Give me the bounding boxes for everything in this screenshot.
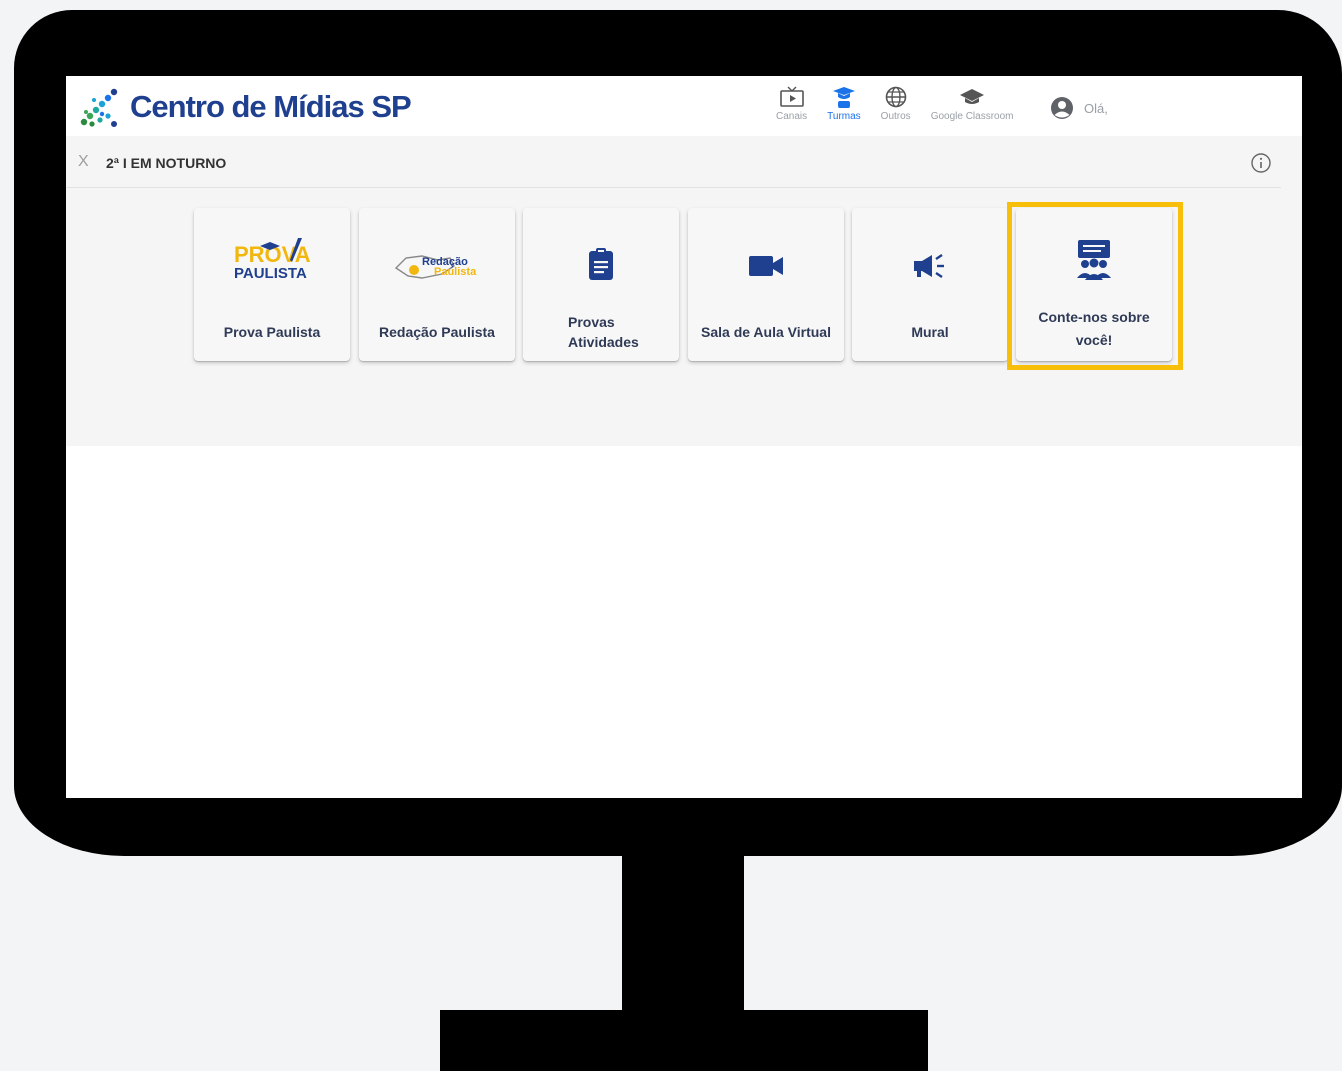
nav-label-turmas: Turmas (827, 111, 861, 122)
class-header: X 2ª I EM NOTURNO (66, 136, 1302, 188)
nav-item-google-classroom[interactable]: Google Classroom (931, 86, 1014, 122)
card-label: Sala de Aula Virtual (701, 324, 831, 340)
app-title: Centro de Mídias SP (130, 89, 412, 124)
megaphone-icon (914, 254, 944, 278)
info-icon[interactable] (1250, 152, 1272, 174)
card-sala-aula-virtual[interactable]: Sala de Aula Virtual (688, 208, 844, 361)
clipboard-icon (589, 248, 613, 280)
tv-play-icon (779, 86, 804, 107)
user-menu[interactable]: Olá, (1050, 96, 1108, 120)
redacao-paulista-logo: Redação Paulista (394, 255, 477, 279)
card-label: Mural (911, 324, 949, 340)
student-icon (832, 87, 855, 108)
card-prova-paulista[interactable]: PROVA PAULISTA Prova Paulista (194, 208, 350, 361)
card-mural[interactable]: Mural (852, 208, 1008, 361)
card-label-line1: Provas (568, 314, 615, 330)
monitor-stand-neck (622, 840, 744, 1020)
video-camera-icon (749, 256, 783, 276)
nav-label-canais: Canais (776, 111, 808, 122)
svg-text:Paulista: Paulista (434, 266, 477, 278)
class-name: 2ª I EM NOTURNO (106, 155, 227, 171)
globe-icon (885, 86, 906, 108)
card-redacao-paulista[interactable]: Redação Paulista Redação Paulista (359, 208, 515, 361)
centro-midias-logo-icon (80, 88, 118, 127)
card-provas-atividades[interactable]: Provas Atividades (523, 208, 679, 361)
svg-text:PAULISTA: PAULISTA (234, 265, 307, 282)
card-label-line2: Atividades (568, 334, 639, 350)
graduation-cap-icon (960, 89, 985, 104)
screen: Centro de Mídias SP Canais Turmas Outros… (66, 76, 1302, 798)
card-label: Provas Atividades (568, 312, 673, 352)
brand[interactable]: Centro de Mídias SP (78, 86, 412, 128)
main-nav: Canais Turmas Outros Google Classroom (776, 86, 1034, 122)
nav-label-outros: Outros (880, 111, 911, 122)
card-label: Prova Paulista (223, 324, 321, 340)
nav-item-canais[interactable]: Canais (776, 86, 807, 122)
nav-label-google-classroom: Google Classroom (930, 111, 1014, 122)
top-navbar: Centro de Mídias SP Canais Turmas Outros… (66, 76, 1302, 136)
user-greeting: Olá, (1084, 100, 1108, 116)
card-label: Redação Paulista (379, 324, 495, 340)
monitor-stand-base (440, 1010, 928, 1071)
prova-paulista-logo: PROVA PAULISTA (234, 238, 311, 282)
nav-item-turmas[interactable]: Turmas (827, 86, 861, 122)
close-class-button[interactable]: X (78, 153, 89, 171)
highlight-box (1007, 202, 1183, 370)
user-avatar-icon (1051, 97, 1073, 119)
nav-item-outros[interactable]: Outros (881, 86, 911, 122)
